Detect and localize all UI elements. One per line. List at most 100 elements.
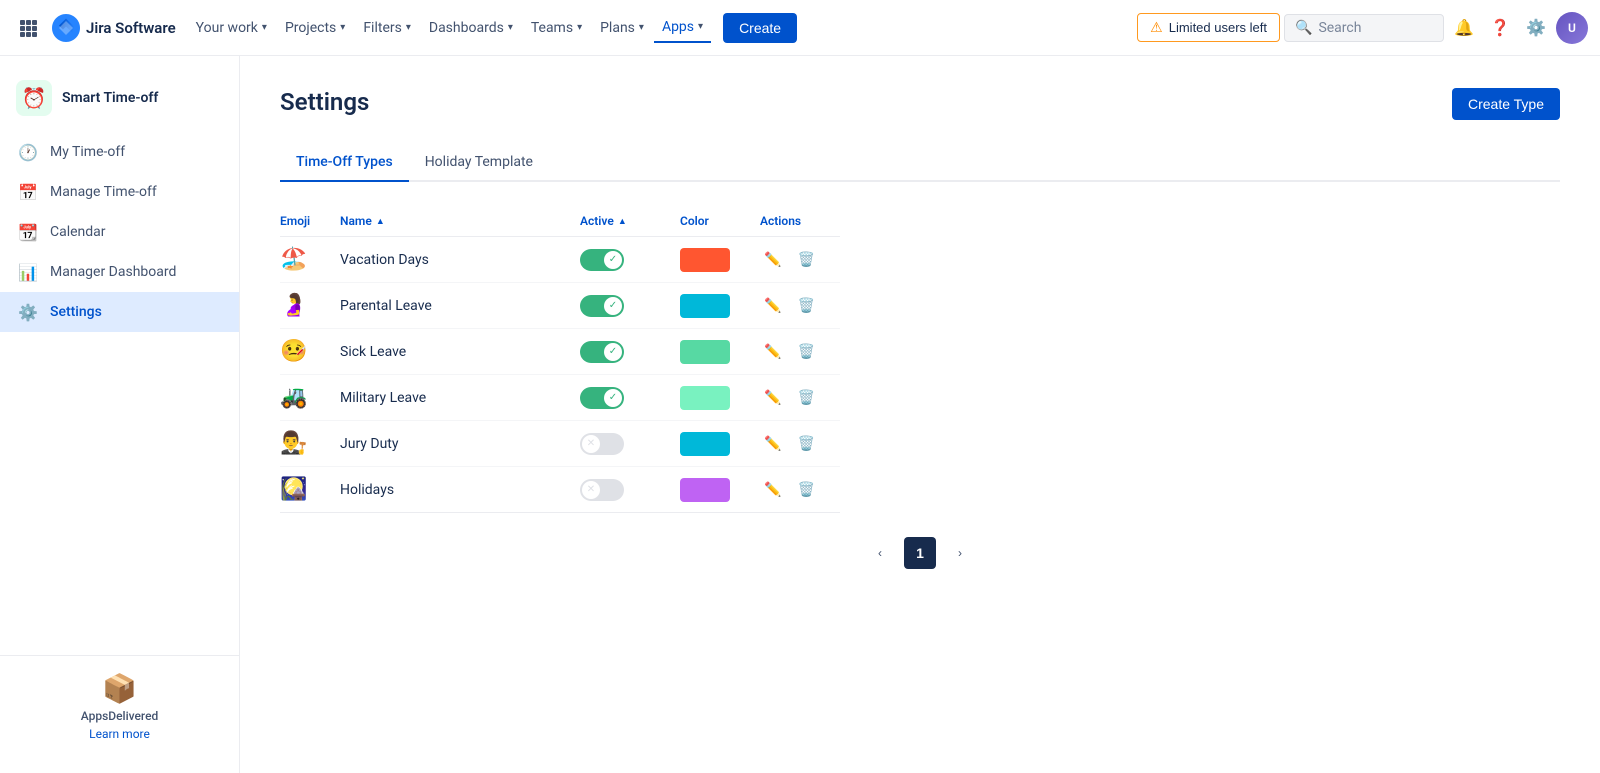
nav-item-projects[interactable]: Projects▾ [277, 14, 353, 42]
page-1-button[interactable]: 1 [904, 537, 936, 569]
chevron-down-icon: ▾ [406, 22, 411, 33]
nav-label: Dashboards [429, 20, 504, 36]
color-swatch [680, 340, 730, 364]
col-active-label: Active [580, 214, 614, 228]
name-sort-icon: ▲ [376, 216, 385, 227]
emoji-cell: 🤒 [280, 339, 340, 364]
toggle-military[interactable]: ✓ [580, 387, 624, 409]
table-header: Emoji Name ▲ Active ▲ Color Actions [280, 206, 840, 237]
limited-users-label: Limited users left [1169, 20, 1267, 35]
delete-icon[interactable]: 🗑️ [793, 432, 818, 456]
tab-time-off-types[interactable]: Time-Off Types [280, 144, 409, 182]
notifications-button[interactable]: 🔔 [1448, 12, 1480, 44]
delete-icon[interactable]: 🗑️ [793, 386, 818, 410]
next-page-button[interactable]: › [944, 537, 976, 569]
color-swatch [680, 386, 730, 410]
nav-label: Plans [600, 20, 635, 36]
toggle-holidays[interactable]: ✕ [580, 479, 624, 501]
col-name-label: Name [340, 214, 372, 228]
chevron-down-icon: ▾ [508, 22, 513, 33]
logo-text: Jira Software [86, 19, 176, 37]
sidebar-app-header: ⏰ Smart Time-off [0, 72, 239, 132]
edit-icon[interactable]: ✏️ [760, 432, 785, 456]
nav-item-filters[interactable]: Filters ▾ [355, 14, 419, 42]
active-cell[interactable]: ✓ [580, 387, 680, 409]
name-cell: Parental Leave [340, 298, 580, 314]
nav-label: Your work [196, 20, 258, 36]
create-button[interactable]: Create [723, 13, 797, 43]
help-button[interactable]: ❓ [1484, 12, 1516, 44]
page-1-label: 1 [916, 545, 924, 561]
active-cell[interactable]: ✓ [580, 341, 680, 363]
nav-item-plans[interactable]: Plans▾ [592, 14, 652, 42]
col-active[interactable]: Active ▲ [580, 214, 680, 228]
sidebar-footer-name: AppsDelivered [16, 709, 223, 723]
sidebar-item-calendar[interactable]: 📆 Calendar [0, 212, 239, 252]
sidebar-footer-icon: 📦 [16, 672, 223, 705]
delete-icon[interactable]: 🗑️ [793, 478, 818, 502]
main-layout: ⏰ Smart Time-off 🕐 My Time-off 📅 Manage … [0, 0, 1600, 773]
create-type-button[interactable]: Create Type [1452, 88, 1560, 120]
sidebar: ⏰ Smart Time-off 🕐 My Time-off 📅 Manage … [0, 56, 240, 773]
active-cell[interactable]: ✕ [580, 479, 680, 501]
grid-menu-icon[interactable] [12, 12, 44, 44]
prev-page-button[interactable]: ‹ [864, 537, 896, 569]
chevron-down-icon: ▾ [698, 21, 703, 32]
col-name[interactable]: Name ▲ [340, 214, 580, 228]
warning-icon: ⚠ [1150, 19, 1163, 36]
tab-holiday-template[interactable]: Holiday Template [409, 144, 549, 182]
sidebar-app-name: Smart Time-off [62, 90, 158, 106]
actions-cell: ✏️ 🗑️ [760, 432, 840, 456]
edit-icon[interactable]: ✏️ [760, 294, 785, 318]
chevron-down-icon: ▾ [340, 22, 345, 33]
active-cell[interactable]: ✓ [580, 295, 680, 317]
nav-item-teams[interactable]: Teams▾ [523, 14, 590, 42]
actions-cell: ✏️ 🗑️ [760, 478, 840, 502]
sidebar-item-label: Settings [50, 304, 102, 320]
active-sort-icon: ▲ [618, 216, 627, 227]
sidebar-nav: 🕐 My Time-off 📅 Manage Time-off 📆 Calend… [0, 132, 239, 655]
settings-button[interactable]: ⚙️ [1520, 12, 1552, 44]
toggle-vacation[interactable]: ✓ [580, 249, 624, 271]
delete-icon[interactable]: 🗑️ [793, 340, 818, 364]
emoji-cell: 🎑 [280, 477, 340, 502]
nav-label: Apps [662, 19, 694, 35]
search-placeholder: Search [1318, 20, 1361, 36]
limited-users-button[interactable]: ⚠ Limited users left [1137, 13, 1280, 42]
color-cell [680, 248, 760, 272]
sidebar-item-manage-time-off[interactable]: 📅 Manage Time-off [0, 172, 239, 212]
col-actions: Actions [760, 214, 840, 228]
edit-icon[interactable]: ✏️ [760, 248, 785, 272]
delete-icon[interactable]: 🗑️ [793, 294, 818, 318]
toggle-sick[interactable]: ✓ [580, 341, 624, 363]
user-avatar[interactable]: U [1556, 12, 1588, 44]
sidebar-item-manager-dashboard[interactable]: 📊 Manager Dashboard [0, 252, 239, 292]
edit-icon[interactable]: ✏️ [760, 386, 785, 410]
color-cell [680, 340, 760, 364]
name-cell: Military Leave [340, 390, 580, 406]
actions-cell: ✏️ 🗑️ [760, 248, 840, 272]
nav-label: Filters [363, 20, 402, 36]
emoji-cell: 🏖️ [280, 247, 340, 272]
table-row: 🤰 Parental Leave ✓ ✏️ 🗑️ [280, 283, 840, 329]
name-cell: Jury Duty [340, 436, 580, 452]
active-cell[interactable]: ✕ [580, 433, 680, 455]
edit-icon[interactable]: ✏️ [760, 340, 785, 364]
tabs: Time-Off TypesHoliday Template [280, 144, 1560, 182]
nav-item-dashboards[interactable]: Dashboards ▾ [421, 14, 521, 42]
toggle-jury[interactable]: ✕ [580, 433, 624, 455]
jira-logo[interactable]: Jira Software [52, 14, 176, 42]
edit-icon[interactable]: ✏️ [760, 478, 785, 502]
sidebar-item-my-time-off[interactable]: 🕐 My Time-off [0, 132, 239, 172]
toggle-parental[interactable]: ✓ [580, 295, 624, 317]
active-cell[interactable]: ✓ [580, 249, 680, 271]
sidebar-item-label: Manager Dashboard [50, 264, 176, 280]
nav-item-apps[interactable]: Apps ▾ [654, 13, 711, 43]
sidebar-item-settings[interactable]: ⚙️ Settings [0, 292, 239, 332]
nav-item-your-work[interactable]: Your work▾ [188, 14, 275, 42]
delete-icon[interactable]: 🗑️ [793, 248, 818, 272]
page-title: Settings [280, 88, 369, 116]
sidebar-footer-link[interactable]: Learn more [16, 727, 223, 741]
col-color: Color [680, 214, 760, 228]
search-box[interactable]: 🔍 Search [1284, 14, 1444, 42]
